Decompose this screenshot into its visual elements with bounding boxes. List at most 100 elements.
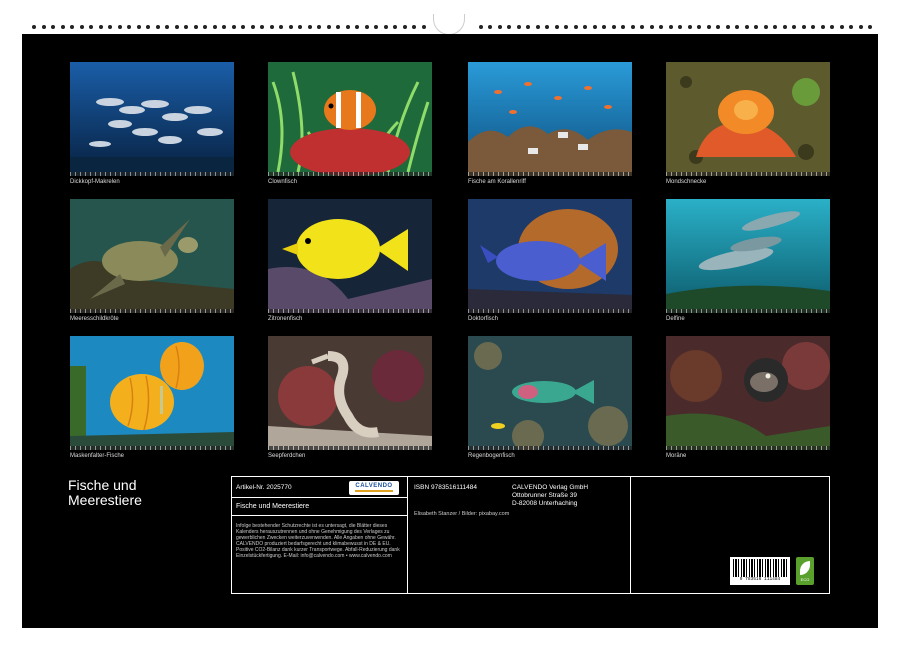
isbn: ISBN 9783516111484 [414,484,477,491]
binding-hole [697,25,701,29]
binding-hole [716,25,720,29]
tile-caption: Doktorfisch [468,316,498,322]
tile-caption: Clownfisch [268,179,297,185]
binding-hole [621,25,625,29]
binding-hole [32,25,36,29]
logo-text: CALVENDO [349,481,399,489]
binding-hole [564,25,568,29]
publisher-name: CALVENDO Verlag GmbH [512,484,588,491]
calvendo-logo: CALVENDO [349,481,399,495]
binding-hole [526,25,530,29]
binding-hole [327,25,331,29]
moray-eel-photo [666,336,830,450]
dolphins-photo [666,199,830,313]
tile-caption: Dickkopf-Makrelen [70,179,120,185]
binding-hole [346,25,350,29]
binding-hole [51,25,55,29]
binding-hole [840,25,844,29]
binding-hole [859,25,863,29]
binding-hole [251,25,255,29]
barcode: 9 783516 111484 [730,557,790,585]
binding-hole [555,25,559,29]
binding-hole [355,25,359,29]
binding-hole [203,25,207,29]
calendar-page: Dickkopf-Makrelen Clownfisch Fische am K… [22,34,878,628]
binding-hole [61,25,65,29]
binding-hole [669,25,673,29]
butterflyfish-photo [70,336,234,450]
surgeonfish-photo [468,199,632,313]
product-title: Fische und Meerestiere [236,503,309,510]
binding-hole [612,25,616,29]
binding-hole [308,25,312,29]
binding-hole [137,25,141,29]
eco-leaf-icon: ECO [796,557,814,585]
binding-hole [811,25,815,29]
binding-hole [89,25,93,29]
binding-hole [232,25,236,29]
binding-hole [640,25,644,29]
eco-label: ECO [796,577,814,582]
binding-hole [336,25,340,29]
coral-reef-fish-photo [468,62,632,176]
seahorse-photo [268,336,432,450]
binding-hole [222,25,226,29]
binding-hole [583,25,587,29]
binding-hole [517,25,521,29]
binding-hole [194,25,198,29]
photo-tile [468,336,632,452]
binding-hole [317,25,321,29]
binding-hole [574,25,578,29]
binding-hole [165,25,169,29]
binding-hole [735,25,739,29]
binding-hole [479,25,483,29]
binding-hole [374,25,378,29]
binding-hole [783,25,787,29]
binding-hole [393,25,397,29]
binding-hole [184,25,188,29]
legal-text: Infolge bestehender Schutzrechte ist es … [236,523,406,559]
tile-caption: Moräne [666,453,686,459]
calendar-title: Fische und Meerestiere [68,478,142,508]
binding-hole [707,25,711,29]
tile-caption: Regenbogenfisch [468,453,515,459]
tile-caption: Fische am Korallenriff [468,179,526,185]
binding-hole [403,25,407,29]
binding-hole [422,25,426,29]
binding-hole [849,25,853,29]
photo-tile [268,336,432,452]
binding-hole [127,25,131,29]
parrotfish-photo [468,336,632,450]
title-line-1: Fische und [68,478,142,493]
photo-tile [70,62,234,178]
binding-hole [384,25,388,29]
article-number: Artikel-Nr. 2025770 [236,484,292,491]
binding-hole [260,25,264,29]
moon-snail-photo [666,62,830,176]
binding-hole [659,25,663,29]
binding-hole [754,25,758,29]
binding-hole [830,25,834,29]
photo-tile [268,199,432,315]
binding-hole [688,25,692,29]
binding-hole [602,25,606,29]
photo-tile [268,62,432,178]
binding-hole [792,25,796,29]
tile-caption: Maskenfalter-Fische [70,453,124,459]
photo-tile [468,199,632,315]
binding-hole [650,25,654,29]
tile-caption: Meeresschildkröte [70,316,119,322]
publisher-city: D-82008 Unterhaching [512,500,577,507]
binding-hole [70,25,74,29]
photo-tile [666,199,830,315]
barcode-number: 9 783516 111484 [730,577,790,582]
binding-hole [118,25,122,29]
photo-tile [70,199,234,315]
binding-hole [80,25,84,29]
binding-hole [773,25,777,29]
binding-hole [536,25,540,29]
binding-hole [213,25,217,29]
binding-hole [241,25,245,29]
clownfish-photo [268,62,432,176]
binding-hole [498,25,502,29]
